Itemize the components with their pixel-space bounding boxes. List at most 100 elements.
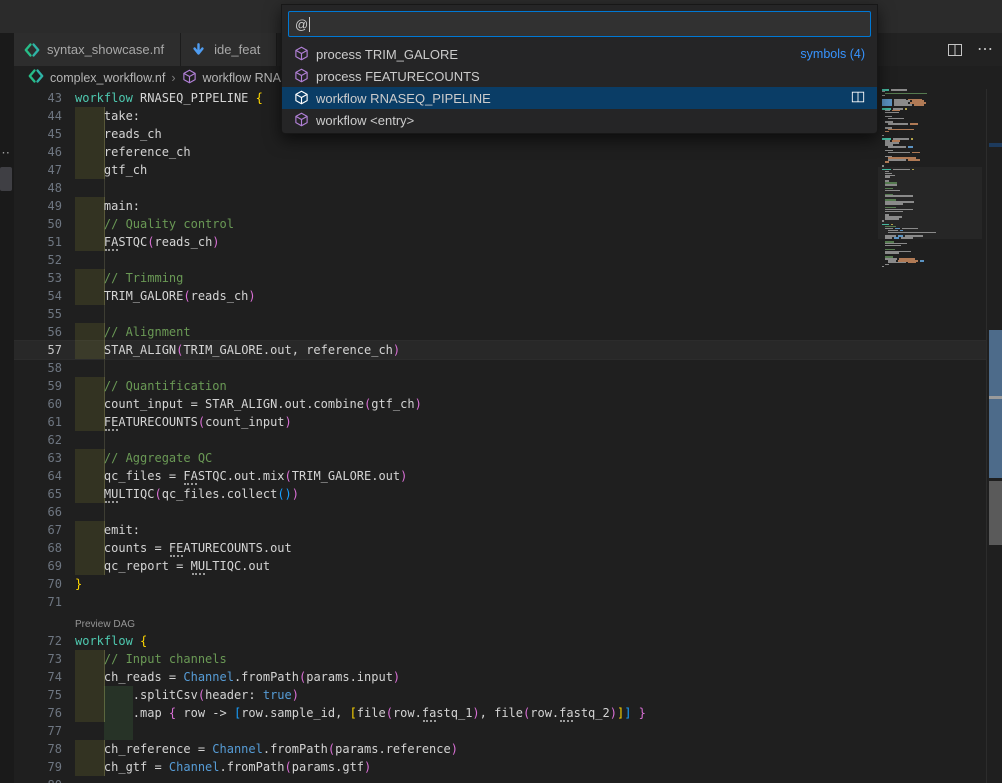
minimap-line	[885, 211, 903, 213]
minimap-line	[888, 118, 904, 120]
code-line[interactable]: 76 .map { row -> [row.sample_id, [file(r…	[14, 704, 986, 722]
code-line[interactable]: 71	[14, 593, 986, 611]
code-line[interactable]: 65 MULTIQC(qc_files.collect())	[14, 485, 986, 503]
code-line[interactable]: 62	[14, 431, 986, 449]
code-text: .map { row -> [row.sample_id, [file(row.…	[75, 704, 646, 722]
open-to-side-button[interactable]	[851, 90, 865, 107]
code-line[interactable]: 69 qc_report = MULTIQC.out	[14, 557, 986, 575]
quick-pick-item-label: workflow <entry>	[316, 113, 414, 128]
code-line[interactable]: 49 main:	[14, 197, 986, 215]
line-number: 58	[14, 359, 62, 377]
line-number: 51	[14, 233, 62, 251]
split-editor-button[interactable]	[947, 42, 963, 58]
code-line[interactable]: 56 // Alignment	[14, 323, 986, 341]
minimap-line	[888, 262, 916, 264]
arrow-down-icon	[191, 42, 207, 58]
line-number: 44	[14, 107, 62, 125]
code-line[interactable]: 60 count_input = STAR_ALIGN.out.combine(…	[14, 395, 986, 413]
quick-pick-item-label: process TRIM_GALORE	[316, 47, 458, 62]
code-line[interactable]: 63 // Aggregate QC	[14, 449, 986, 467]
quick-pick-item[interactable]: workflow <entry>	[282, 109, 877, 131]
tab-syntax-showcase-nf[interactable]: syntax_showcase.nf	[14, 33, 181, 66]
code-line[interactable]: 77	[14, 722, 986, 740]
minimap-line	[888, 152, 920, 154]
code-text: // Input channels	[75, 650, 227, 668]
quick-pick-item-label: workflow RNASEQ_PIPELINE	[316, 91, 491, 106]
code-text: MULTIQC(qc_files.collect())	[75, 485, 299, 503]
code-editor[interactable]: 43workflow RNASEQ_PIPELINE {44 take:45 r…	[14, 89, 986, 783]
line-number: 52	[14, 251, 62, 269]
line-number: 61	[14, 413, 62, 431]
quick-pick-item[interactable]: workflow RNASEQ_PIPELINE	[282, 87, 877, 109]
tab-label: syntax_showcase.nf	[47, 42, 164, 57]
code-line[interactable]: 72workflow {	[14, 632, 986, 650]
breadcrumb-separator: ›	[171, 71, 175, 85]
minimap-line	[888, 232, 936, 234]
code-line[interactable]: 51 FASTQC(reads_ch)	[14, 233, 986, 251]
line-number: 69	[14, 557, 62, 575]
minimap-line	[885, 245, 901, 247]
code-line[interactable]: 64 qc_files = FASTQC.out.mix(TRIM_GALORE…	[14, 467, 986, 485]
minimap-line	[885, 176, 890, 178]
strip-scroll-handle[interactable]	[0, 167, 12, 191]
minimap-line	[882, 89, 907, 91]
vertical-scrollbar[interactable]	[986, 89, 1002, 783]
code-text: FEATURECOUNTS(count_input)	[75, 413, 292, 431]
quick-pick-item[interactable]: process FEATURECOUNTS	[282, 65, 877, 87]
code-line[interactable]: 59 // Quantification	[14, 377, 986, 395]
code-text: reference_ch	[75, 143, 191, 161]
codelens-preview-dag[interactable]: Preview DAG	[75, 611, 135, 637]
code-line[interactable]: 78 ch_reference = Channel.fromPath(param…	[14, 740, 986, 758]
quick-pick-input[interactable]: @	[288, 11, 871, 37]
code-text: // Quantification	[75, 377, 227, 395]
code-text: }	[75, 575, 82, 593]
code-line[interactable]: 79 ch_gtf = Channel.fromPath(params.gtf)	[14, 758, 986, 776]
scrollbar-thumb[interactable]	[989, 330, 1002, 478]
tab-label: ide_feat	[214, 42, 260, 57]
code-line[interactable]: 47 gtf_ch	[14, 161, 986, 179]
code-line[interactable]: 80	[14, 776, 986, 783]
quick-pick-item[interactable]: process TRIM_GALOREsymbols (4)	[282, 43, 877, 65]
line-number: 47	[14, 161, 62, 179]
code-text: counts = FEATURECOUNTS.out	[75, 539, 292, 557]
code-line[interactable]: 73 // Input channels	[14, 650, 986, 668]
line-number: 53	[14, 269, 62, 287]
code-line[interactable]: 70}	[14, 575, 986, 593]
minimap-line	[885, 131, 889, 133]
code-line[interactable]: 75 .splitCsv(header: true)	[14, 686, 986, 704]
line-number: 63	[14, 449, 62, 467]
quick-pick-item-label: process FEATURECOUNTS	[316, 69, 480, 84]
code-line[interactable]: 48	[14, 179, 986, 197]
quick-pick-list: process TRIM_GALOREsymbols (4) process FE…	[282, 43, 877, 131]
code-line[interactable]: 46 reference_ch	[14, 143, 986, 161]
code-line[interactable]: 68 counts = FEATURECOUNTS.out	[14, 539, 986, 557]
tab-ide-feat[interactable]: ide_feat	[181, 33, 277, 66]
minimap-line	[882, 220, 884, 222]
code-line[interactable]: 54 TRIM_GALORE(reads_ch)	[14, 287, 986, 305]
code-line[interactable]: 53 // Trimming	[14, 269, 986, 287]
code-line[interactable]: 61 FEATURECOUNTS(count_input)	[14, 413, 986, 431]
line-number: 50	[14, 215, 62, 233]
code-line[interactable]: 74 ch_reads = Channel.fromPath(params.in…	[14, 668, 986, 686]
minimap[interactable]	[878, 89, 982, 783]
code-line[interactable]: 58	[14, 359, 986, 377]
code-text: main:	[75, 197, 140, 215]
code-line[interactable]: 66	[14, 503, 986, 521]
code-line[interactable]: 67 emit:	[14, 521, 986, 539]
line-number: 65	[14, 485, 62, 503]
code-line[interactable]: 50 // Quality control	[14, 215, 986, 233]
code-line[interactable]: 52	[14, 251, 986, 269]
breadcrumb-file[interactable]: complex_workflow.nf	[50, 71, 165, 85]
more-actions-button[interactable]: ⋯	[977, 45, 994, 55]
line-number: 57	[14, 341, 62, 359]
quick-pick-widget: @ process TRIM_GALOREsymbols (4)process …	[281, 4, 878, 134]
symbol-cube-icon	[294, 112, 310, 128]
indent-guide	[104, 179, 105, 197]
code-line[interactable]: 55	[14, 305, 986, 323]
overflow-dots-icon: ⋯	[0, 145, 11, 161]
line-number: 49	[14, 197, 62, 215]
scrollbar-thumb-secondary[interactable]	[989, 481, 1002, 545]
code-line[interactable]: 57 STAR_ALIGN(TRIM_GALORE.out, reference…	[14, 341, 986, 359]
minimap-line	[885, 93, 927, 95]
line-number: 59	[14, 377, 62, 395]
